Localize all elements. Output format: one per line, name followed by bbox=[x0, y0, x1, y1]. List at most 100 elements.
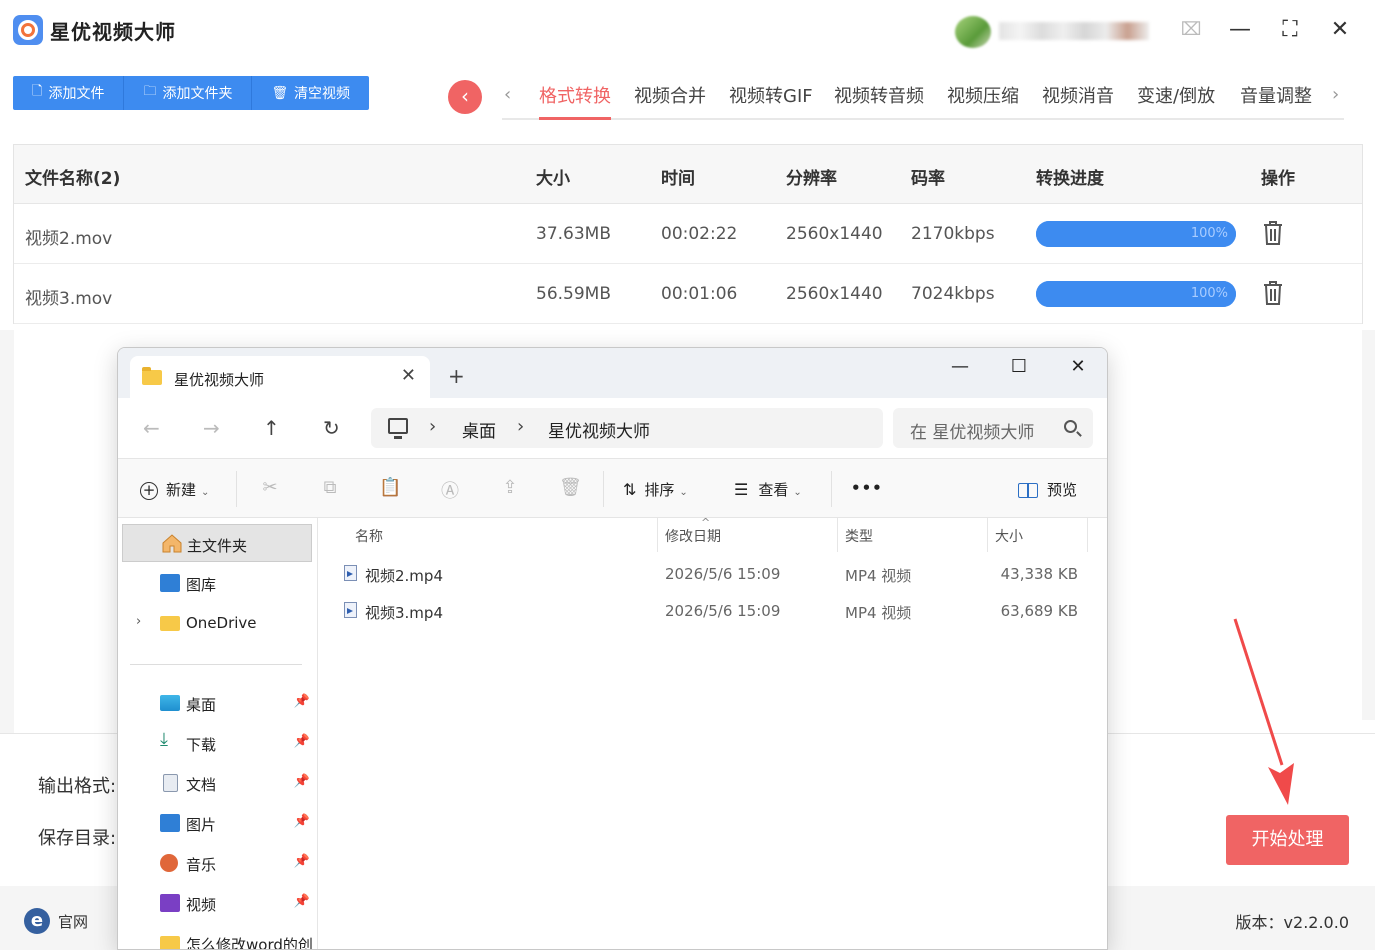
refresh-icon[interactable]: ↻ bbox=[323, 416, 340, 440]
chevron-down-icon: ⌄ bbox=[793, 487, 802, 498]
add-folder-button[interactable]: 🗀 添加文件夹 bbox=[124, 76, 253, 110]
trash-icon[interactable] bbox=[1262, 280, 1284, 306]
up-arrow-icon[interactable]: ↑ bbox=[263, 416, 280, 440]
paste-icon[interactable]: 📋 bbox=[379, 477, 401, 499]
cut-icon[interactable]: ✂ bbox=[259, 477, 281, 499]
chevron-down-icon: ⌄ bbox=[201, 487, 210, 498]
tab-video-mute[interactable]: 视频消音 bbox=[1042, 82, 1114, 108]
header-size: 大小 bbox=[536, 169, 570, 189]
tabs-next-icon[interactable]: › bbox=[1332, 84, 1339, 105]
back-arrow-icon[interactable]: ← bbox=[143, 416, 160, 440]
sidebar-item-onedrive[interactable]: › OneDrive bbox=[122, 604, 312, 642]
explorer-close-button[interactable]: ✕ bbox=[1063, 356, 1093, 380]
more-options-icon[interactable]: ••• bbox=[851, 479, 883, 497]
table-row[interactable]: 视频2.mov 37.63MB 00:02:22 2560x1440 2170k… bbox=[14, 204, 1362, 264]
sort-button[interactable]: ⇅ 排序 ⌄ bbox=[623, 479, 688, 500]
tab-speed-reverse[interactable]: 变速/倒放 bbox=[1137, 82, 1215, 108]
list-item[interactable]: 视频2.mp4 2026/5/6 15:09 MP4 视频 43,338 KB bbox=[338, 560, 1098, 590]
close-button[interactable]: ✕ bbox=[1327, 17, 1353, 43]
minimize-button[interactable]: — bbox=[1227, 17, 1253, 43]
tab-video-to-audio[interactable]: 视频转音频 bbox=[834, 82, 924, 108]
add-file-button[interactable]: 🗋 添加文件 bbox=[13, 76, 125, 110]
chevron-right-icon[interactable]: › bbox=[136, 614, 141, 629]
tab-close-icon[interactable]: ✕ bbox=[401, 365, 416, 386]
tab-volume-adjust[interactable]: 音量调整 bbox=[1240, 82, 1312, 108]
download-icon: ⤓ bbox=[160, 729, 168, 750]
copy-icon[interactable]: ⧉ bbox=[319, 477, 341, 499]
chevron-right-icon[interactable]: › bbox=[429, 416, 436, 437]
pin-icon[interactable]: 📌 bbox=[294, 774, 310, 789]
progress-label: 100% bbox=[1190, 226, 1228, 241]
sidebar-item-pictures[interactable]: 图片 📌 bbox=[122, 804, 312, 842]
pin-icon[interactable]: 📌 bbox=[294, 694, 310, 709]
preview-button[interactable]: 预览 bbox=[1018, 479, 1077, 500]
view-list-icon: ☰ bbox=[734, 480, 749, 499]
trash-icon[interactable] bbox=[1262, 220, 1284, 246]
skin-icon[interactable]: ⌧ bbox=[1178, 17, 1204, 43]
tab-video-to-gif[interactable]: 视频转GIF bbox=[729, 82, 813, 108]
pin-icon[interactable]: 📌 bbox=[294, 734, 310, 749]
clear-videos-button[interactable]: 🗑 清空视频 bbox=[252, 76, 369, 110]
explorer-maximize-button[interactable]: ☐ bbox=[1004, 356, 1034, 380]
view-button[interactable]: ☰ 查看 ⌄ bbox=[734, 479, 802, 500]
pin-icon[interactable]: 📌 bbox=[294, 894, 310, 909]
user-account[interactable] bbox=[955, 14, 1200, 48]
column-modified[interactable]: 修改日期 bbox=[665, 526, 721, 546]
breadcrumb-current[interactable]: 星优视频大师 bbox=[548, 417, 650, 442]
tab-video-compress[interactable]: 视频压缩 bbox=[947, 82, 1019, 108]
address-bar[interactable]: › 桌面 › 星优视频大师 bbox=[371, 408, 883, 448]
column-name[interactable]: 名称 bbox=[355, 526, 383, 546]
explorer-tab[interactable]: 星优视频大师 ✕ bbox=[130, 356, 430, 398]
website-link[interactable]: 官网 bbox=[58, 911, 88, 932]
chevron-down-icon: ⌄ bbox=[679, 487, 688, 498]
explorer-minimize-button[interactable]: — bbox=[945, 356, 975, 380]
gallery-icon bbox=[160, 574, 180, 592]
new-button[interactable]: + 新建 ⌄ bbox=[140, 479, 209, 500]
cell-resolution: 2560x1440 bbox=[786, 224, 883, 244]
column-size[interactable]: 大小 bbox=[995, 526, 1023, 546]
table-row[interactable]: 视频3.mov 56.59MB 00:01:06 2560x1440 7024k… bbox=[14, 264, 1362, 324]
this-pc-icon[interactable] bbox=[388, 418, 408, 439]
list-item[interactable]: 视频3.mp4 2026/5/6 15:09 MP4 视频 63,689 KB bbox=[338, 597, 1098, 627]
pin-icon[interactable]: 📌 bbox=[294, 814, 310, 829]
progress-label: 100% bbox=[1190, 286, 1228, 301]
sidebar-item-folder[interactable]: 怎么修改word的创 bbox=[122, 924, 312, 949]
cell-time: 00:02:22 bbox=[661, 224, 738, 244]
divider bbox=[130, 664, 302, 665]
tab-format-convert[interactable]: 格式转换 bbox=[539, 82, 611, 120]
delete-icon[interactable]: 🗑 bbox=[559, 477, 582, 499]
collapse-arrow-icon[interactable]: ‹ bbox=[448, 80, 482, 114]
sidebar-item-desktop[interactable]: 桌面 📌 bbox=[122, 684, 312, 722]
new-tab-button[interactable]: + bbox=[448, 364, 465, 388]
preview-label: 预览 bbox=[1047, 481, 1078, 499]
tabs-prev-icon[interactable]: ‹ bbox=[504, 84, 511, 105]
app-title: 星优视频大师 bbox=[50, 20, 176, 44]
maximize-button[interactable]: ⛶ bbox=[1277, 17, 1303, 43]
website-icon[interactable]: e bbox=[24, 908, 50, 934]
search-icon[interactable] bbox=[1064, 420, 1077, 433]
sidebar-item-documents[interactable]: 文档 📌 bbox=[122, 764, 312, 802]
file-modified: 2026/5/6 15:09 bbox=[665, 602, 781, 620]
sort-icon: ⇅ bbox=[623, 480, 637, 499]
tab-video-merge[interactable]: 视频合并 bbox=[634, 82, 706, 108]
start-process-button[interactable]: 开始处理 bbox=[1226, 815, 1349, 865]
rename-icon[interactable]: Ⓐ bbox=[439, 477, 461, 502]
sidebar-item-gallery[interactable]: 图库 bbox=[122, 564, 312, 602]
column-type[interactable]: 类型 bbox=[845, 526, 873, 546]
file-table: 文件名称(2) 大小 时间 分辨率 码率 转换进度 操作 视频2.mov 37.… bbox=[13, 144, 1363, 324]
sidebar-item-downloads[interactable]: ⤓ 下载 📌 bbox=[122, 724, 312, 762]
chevron-right-icon[interactable]: › bbox=[517, 416, 524, 437]
sidebar-item-home[interactable]: 主文件夹 bbox=[122, 524, 312, 562]
breadcrumb-desktop[interactable]: 桌面 bbox=[462, 417, 496, 442]
forward-arrow-icon[interactable]: → bbox=[203, 416, 220, 440]
divider bbox=[236, 471, 237, 507]
pin-icon[interactable]: 📌 bbox=[294, 854, 310, 869]
search-input[interactable]: 在 星优视频大师 bbox=[893, 408, 1093, 448]
avatar bbox=[955, 16, 991, 48]
sidebar-item-videos[interactable]: 视频 📌 bbox=[122, 884, 312, 922]
home-icon bbox=[161, 533, 182, 553]
sidebar-item-music[interactable]: 音乐 📌 bbox=[122, 844, 312, 882]
share-icon[interactable]: ⇪ bbox=[499, 477, 521, 499]
pictures-icon bbox=[160, 814, 180, 832]
plus-circle-icon: + bbox=[140, 481, 158, 500]
